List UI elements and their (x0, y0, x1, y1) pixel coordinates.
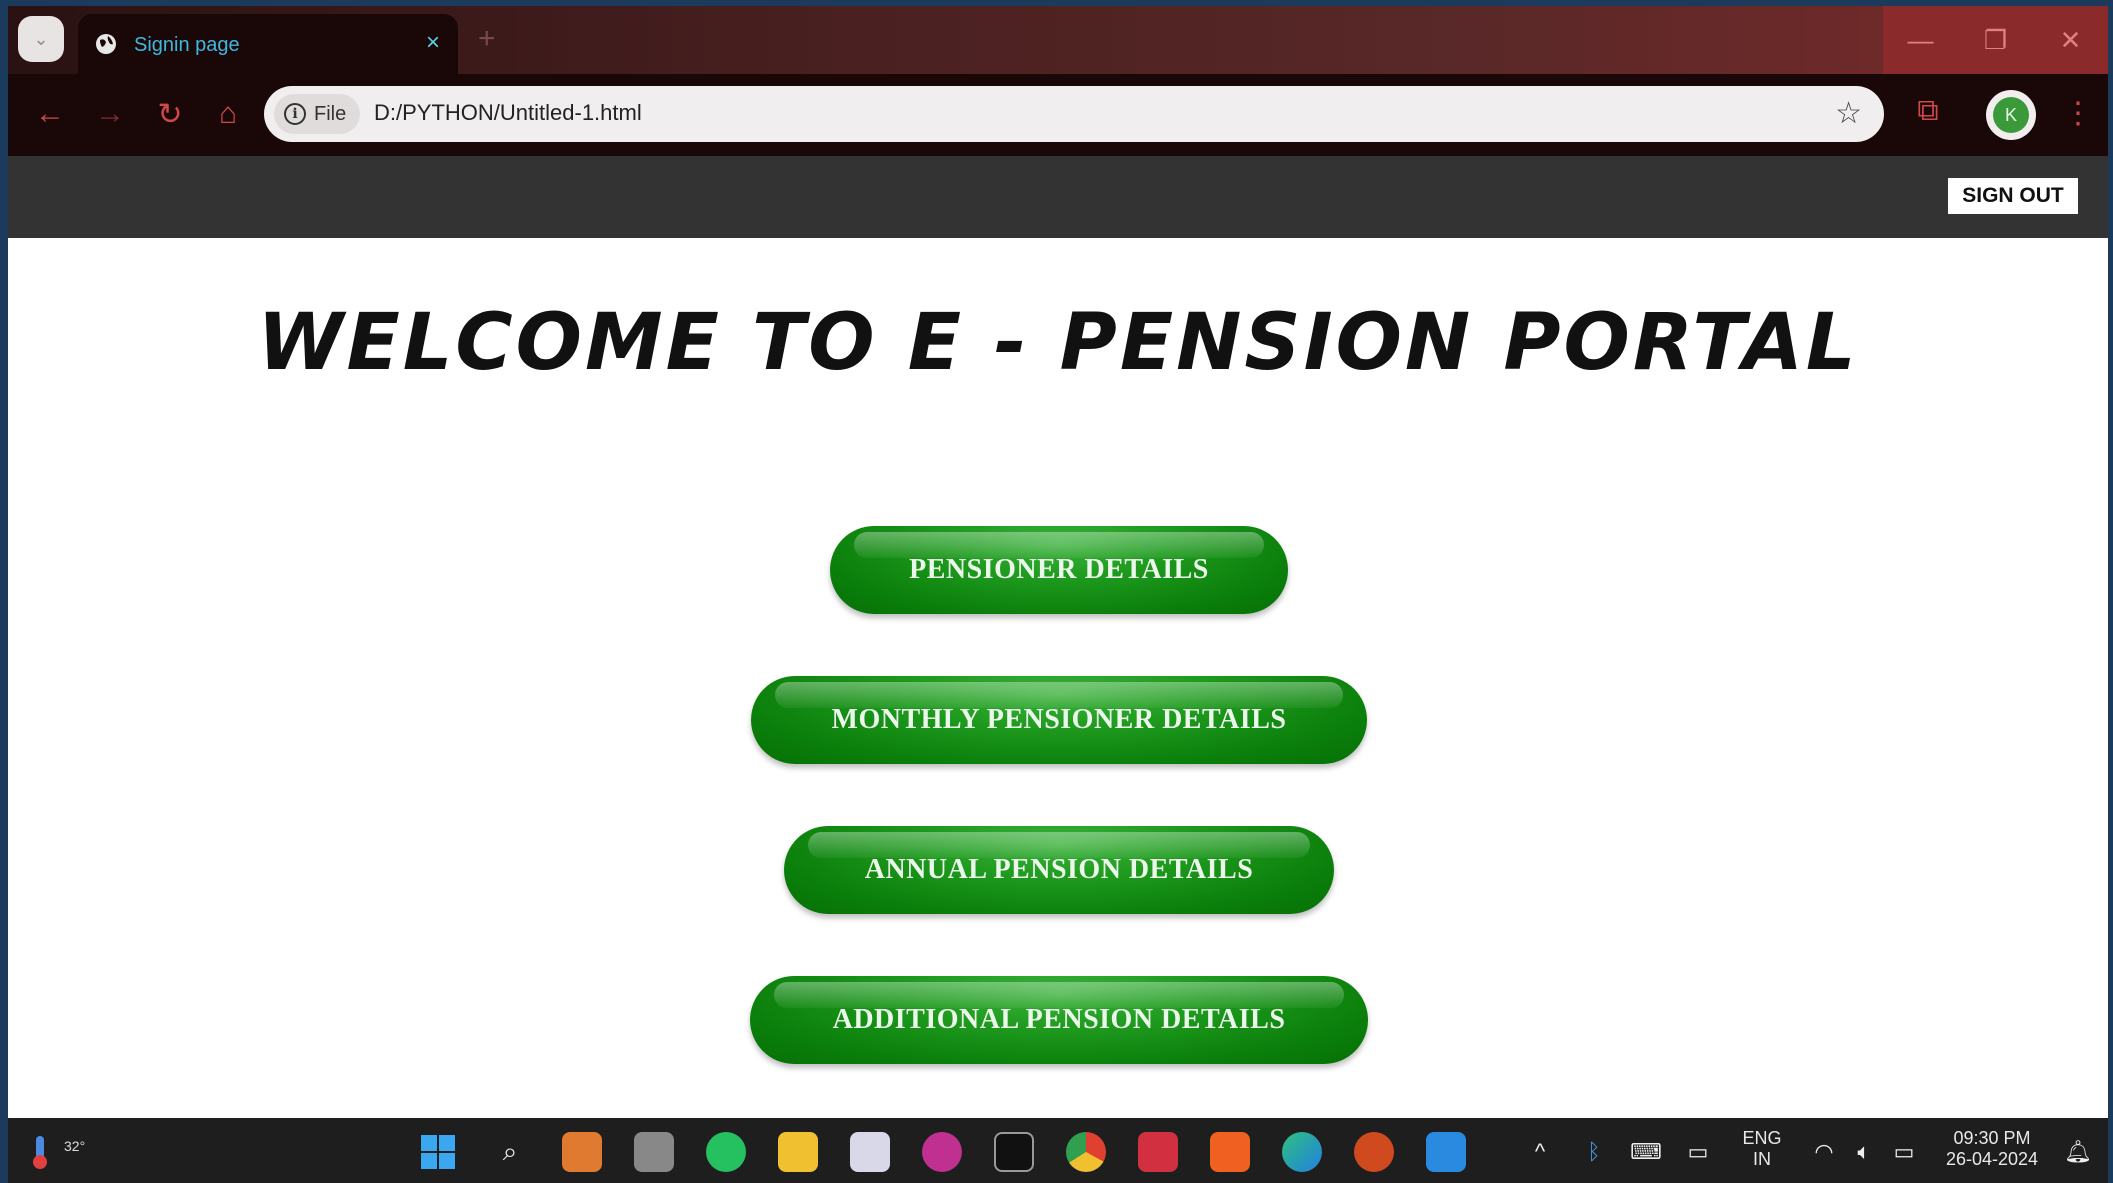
news-app-icon[interactable] (1138, 1132, 1178, 1172)
reload-icon[interactable]: ↻ (148, 92, 192, 136)
screen: ⌄ Signin page × + — ❐ ✕ ← → ↻ ⌂ i File D… (8, 6, 2108, 1183)
time-label: 09:30 PM (1953, 1128, 2031, 1148)
chevron-down-icon: ⌄ (33, 28, 49, 49)
close-tab-icon[interactable]: × (418, 28, 448, 58)
snipping-tool-icon[interactable] (850, 1132, 890, 1172)
tab-strip: ⌄ Signin page × + — ❐ ✕ (8, 6, 2108, 74)
tab-search-button[interactable]: ⌄ (18, 16, 64, 62)
tab-title: Signin page (134, 34, 240, 56)
edge-icon[interactable] (1282, 1132, 1322, 1172)
button-label: PENSIONER DETAILS (909, 554, 1209, 585)
forward-arrow-icon[interactable]: → (88, 92, 132, 136)
language-indicator[interactable]: ENG IN (1736, 1128, 1788, 1170)
file-explorer-icon[interactable] (778, 1132, 818, 1172)
url-text[interactable]: D:/PYTHON/Untitled-1.html (374, 100, 642, 126)
monthly-pensioner-details-button[interactable]: MONTHLY PENSIONER DETAILS (751, 676, 1367, 764)
page-title: WELCOME TO E - PENSION PORTAL (257, 298, 1859, 388)
minimize-icon[interactable]: — (1883, 6, 1958, 74)
wifi-icon[interactable]: ◠ (1804, 1132, 1844, 1172)
page-body: WELCOME TO E - PENSION PORTAL PENSIONER … (8, 238, 2108, 1118)
site-info-label: File (314, 102, 347, 125)
app-icon-pink[interactable] (922, 1132, 962, 1172)
sign-out-button[interactable]: SIGN OUT (1948, 178, 2078, 214)
volume-icon[interactable]: 🔈︎ (1844, 1132, 1884, 1172)
weather-widget[interactable]: 32° (26, 1132, 85, 1172)
info-icon: i (284, 103, 306, 125)
browser-toolbar: ← → ↻ ⌂ i File D:/PYTHON/Untitled-1.html… (8, 74, 2108, 158)
bookmark-star-icon[interactable]: ☆ (1835, 96, 1862, 131)
additional-pension-details-button[interactable]: ADDITIONAL PENSION DETAILS (750, 976, 1368, 1064)
chrome-icon[interactable] (1066, 1132, 1106, 1172)
windows-start-icon[interactable] (418, 1132, 458, 1172)
date-label: 26-04-2024 (1945, 1149, 2039, 1169)
page-header: SIGN OUT (8, 156, 2108, 238)
extensions-icon[interactable]: ⧉ (1908, 94, 1948, 134)
restore-icon[interactable]: ❐ (1958, 6, 2033, 74)
temperature-label: 32° (64, 1138, 86, 1154)
notification-bell-icon[interactable]: 🔔︎ (2058, 1132, 2098, 1172)
display-icon[interactable]: ▭ (1678, 1132, 1718, 1172)
language-code: ENG (1742, 1128, 1782, 1148)
region-code: IN (1753, 1149, 1771, 1169)
button-label: ANNUAL PENSION DETAILS (864, 854, 1254, 885)
battery-icon[interactable]: ▭ (1884, 1132, 1924, 1172)
more-menu-icon[interactable]: ⋮ (2063, 96, 2093, 131)
brave-icon[interactable] (1210, 1132, 1250, 1172)
window-controls: — ❐ ✕ (1883, 6, 2108, 74)
terminal-icon[interactable] (994, 1132, 1034, 1172)
button-label: MONTHLY PENSIONER DETAILS (831, 704, 1287, 735)
active-tab[interactable]: Signin page × (78, 14, 458, 74)
close-window-icon[interactable]: ✕ (2033, 6, 2108, 74)
profile-initial: K (1993, 97, 2029, 133)
show-hidden-icons-icon[interactable]: ^ (1520, 1132, 1560, 1172)
whatsapp-icon[interactable] (706, 1132, 746, 1172)
widgets-icon[interactable] (562, 1132, 602, 1172)
keyboard-icon[interactable]: ⌨ (1626, 1132, 1666, 1172)
pensioner-details-button[interactable]: PENSIONER DETAILS (830, 526, 1288, 614)
home-icon[interactable]: ⌂ (206, 92, 250, 136)
annual-pension-details-button[interactable]: ANNUAL PENSION DETAILS (784, 826, 1334, 914)
back-arrow-icon[interactable]: ← (28, 92, 72, 136)
thermometer-icon (33, 1136, 47, 1169)
clock[interactable]: 09:30 PM 26-04-2024 (1932, 1128, 2052, 1170)
task-view-icon[interactable] (634, 1132, 674, 1172)
address-bar[interactable]: i File D:/PYTHON/Untitled-1.html ☆ (264, 86, 1884, 142)
powerpoint-icon[interactable] (1354, 1132, 1394, 1172)
taskbar: 32° ⌕ ^ ᛒ ⌨ ▭ ENG IN ◠ 🔈︎ ▭ 09:30 PM 26-… (8, 1118, 2108, 1183)
search-icon[interactable]: ⌕ (490, 1132, 530, 1172)
bluetooth-icon[interactable]: ᛒ (1574, 1132, 1614, 1172)
site-info-chip[interactable]: i File (274, 94, 360, 134)
new-tab-button[interactable]: + (478, 22, 496, 56)
vscode-icon[interactable] (1426, 1132, 1466, 1172)
button-label: ADDITIONAL PENSION DETAILS (832, 1004, 1286, 1035)
profile-avatar[interactable]: K (1986, 90, 2036, 140)
globe-icon (96, 34, 116, 54)
